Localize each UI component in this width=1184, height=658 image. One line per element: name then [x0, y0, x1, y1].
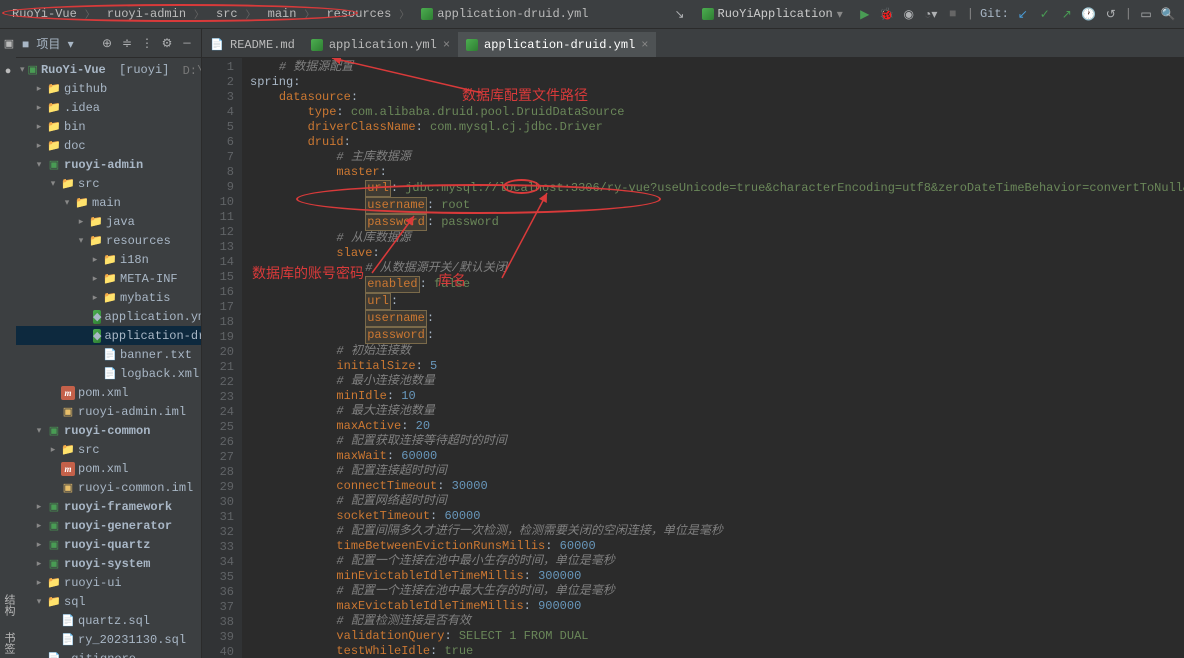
tab-close-icon[interactable]: × [443, 38, 450, 52]
bookmarks-tab[interactable]: 书签 [0, 628, 16, 658]
tree-item[interactable]: 📄ry_20231130.sql [16, 630, 201, 649]
settings-icon[interactable]: ⚙ [159, 35, 175, 51]
tree-item[interactable]: ◆application-druid.yml [16, 326, 201, 345]
build-icon[interactable]: ↘ [672, 6, 688, 22]
tab-app-druid-yml[interactable]: application-druid.yml× [458, 32, 656, 57]
debug-button[interactable]: 🐞 [879, 6, 895, 22]
tree-item[interactable]: ▸▣ruoyi-framework [16, 497, 201, 516]
tree-item[interactable]: ▾📁src [16, 174, 201, 193]
tree-item[interactable]: ▾▣ruoyi-common [16, 421, 201, 440]
crumb-file[interactable]: application-druid.yml [415, 5, 594, 23]
layout-icon[interactable]: ▭ [1138, 6, 1154, 22]
search-icon[interactable]: 🔍 [1160, 6, 1176, 22]
tree-root[interactable]: ▾▣ RuoYi-Vue [ruoyi] D:\文章演示\RuoYi-V [16, 60, 201, 79]
git-history-icon[interactable]: 🕐 [1081, 6, 1097, 22]
git-update-icon[interactable]: ↙ [1015, 6, 1031, 22]
tree-item[interactable]: ▾📁main [16, 193, 201, 212]
tree-item[interactable]: 📄quartz.sql [16, 611, 201, 630]
crumb-module[interactable]: ruoyi-admin [101, 4, 210, 24]
tree-item[interactable]: ▸📁java [16, 212, 201, 231]
structure-tab[interactable]: 结构 [0, 590, 16, 620]
toolbar: ↘ RuoYiApplication▾ ▶ 🐞 ◉ ◔▾ ■ | Git: ↙ … [672, 5, 1184, 24]
tree-item[interactable]: ▸▣ruoyi-quartz [16, 535, 201, 554]
tree-item[interactable]: ▸📁github [16, 79, 201, 98]
tree-item[interactable]: 📄.gitignore [16, 649, 201, 658]
tab-close-icon[interactable]: × [641, 38, 648, 52]
tab-app-yml[interactable]: application.yml× [303, 32, 458, 57]
tree-item[interactable]: ▸📁i18n [16, 250, 201, 269]
tree-item[interactable]: ▾▣ruoyi-admin [16, 155, 201, 174]
tree-item[interactable]: 📄logback.xml [16, 364, 201, 383]
tree-item[interactable]: ▸▣ruoyi-generator [16, 516, 201, 535]
crumb-src[interactable]: src [210, 4, 262, 24]
tree-item[interactable]: ▸📁doc [16, 136, 201, 155]
tree-item[interactable]: ▾📁resources [16, 231, 201, 250]
project-tree[interactable]: ▾▣ RuoYi-Vue [ruoyi] D:\文章演示\RuoYi-V ▸📁g… [16, 58, 201, 658]
tree-item[interactable]: ◆application.yml [16, 307, 201, 326]
profile-button[interactable]: ◔▾ [923, 6, 939, 22]
tree-item[interactable]: ▸▣ruoyi-system [16, 554, 201, 573]
commit-tool-tab[interactable]: ● [2, 62, 14, 82]
git-label: Git: [980, 7, 1009, 21]
tree-item[interactable]: ▸📁mybatis [16, 288, 201, 307]
tree-item[interactable]: mpom.xml [16, 383, 201, 402]
git-push-icon[interactable]: ↗ [1059, 6, 1075, 22]
hide-icon[interactable]: — [179, 35, 195, 51]
tree-item[interactable]: ▣ruoyi-admin.iml [16, 402, 201, 421]
spring-icon [702, 8, 714, 20]
select-opened-icon[interactable]: ⊕ [99, 35, 115, 51]
tree-item[interactable]: ▸📁ruoyi-ui [16, 573, 201, 592]
run-button[interactable]: ▶ [857, 6, 873, 22]
tree-item[interactable]: ▾📁sql [16, 592, 201, 611]
git-commit-icon[interactable]: ✓ [1037, 6, 1053, 22]
tree-item[interactable]: ▸📁bin [16, 117, 201, 136]
crumb-main[interactable]: main [262, 4, 321, 24]
tab-readme[interactable]: 📄README.md [202, 32, 303, 57]
expand-icon[interactable]: ≑ [119, 35, 135, 51]
git-revert-icon[interactable]: ↺ [1103, 6, 1119, 22]
tree-item[interactable]: ▸📁.idea [16, 98, 201, 117]
line-gutter[interactable]: 1234567891011121314151617181920212223242… [202, 58, 242, 658]
crumb-resources[interactable]: resources [320, 4, 415, 24]
yml-icon [421, 8, 433, 20]
project-tool-tab[interactable]: ▣ [2, 33, 15, 54]
left-tool-strip: ▣ ● 结构 书签 [0, 29, 16, 658]
tree-item[interactable]: ▣ruoyi-common.iml [16, 478, 201, 497]
coverage-button[interactable]: ◉ [901, 6, 917, 22]
run-config-selector[interactable]: RuoYiApplication▾ [694, 5, 851, 24]
code-editor[interactable]: # 数据源配置 spring: datasource: type: com.al… [242, 58, 1184, 658]
project-panel: ■ 项目 ▾ ⊕ ≑ ⋮ ⚙ — ▾▣ RuoYi-Vue [ruoyi] D:… [16, 29, 202, 658]
breadcrumb: RuoYi-Vue ruoyi-admin src main resources… [0, 4, 672, 24]
tree-item[interactable]: 📄banner.txt [16, 345, 201, 364]
stop-button[interactable]: ■ [945, 6, 961, 22]
project-panel-title: ■ 项目 ▾ [22, 35, 74, 52]
tree-item[interactable]: ▸📁META-INF [16, 269, 201, 288]
editor-tabs: 📄README.md application.yml× application-… [202, 29, 1184, 58]
tree-item[interactable]: mpom.xml [16, 459, 201, 478]
crumb-root[interactable]: RuoYi-Vue [6, 4, 101, 24]
collapse-icon[interactable]: ⋮ [139, 35, 155, 51]
tree-item[interactable]: ▸📁src [16, 440, 201, 459]
